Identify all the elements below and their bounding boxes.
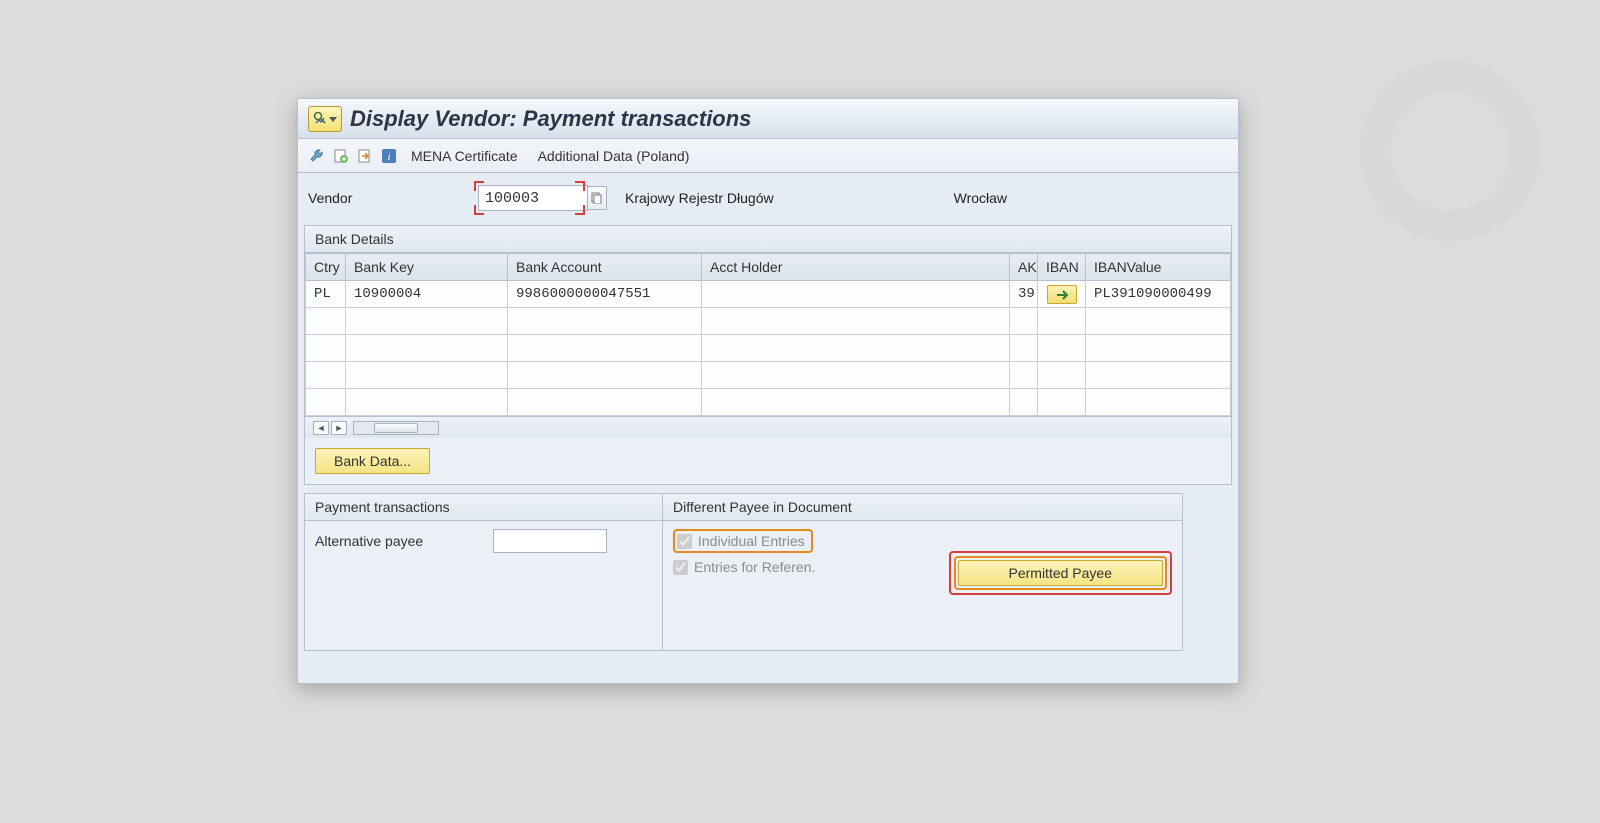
highlight-individual-entries: Individual Entries [673, 529, 813, 553]
scroll-thumb[interactable] [374, 423, 418, 433]
bank-details-table: Ctry Bank Key Bank Account Acct Holder A… [305, 253, 1231, 416]
entries-for-referen-label: Entries for Referen. [694, 559, 815, 575]
scroll-right-icon[interactable]: ► [331, 421, 347, 435]
toolbar: i MENA Certificate Additional Data (Pola… [298, 139, 1238, 173]
entries-for-referen-checkbox[interactable] [673, 560, 688, 575]
alternative-payee-label: Alternative payee [315, 533, 423, 549]
cell-bank-account: 9986000000047551 [508, 281, 702, 308]
individual-entries-checkbox[interactable] [677, 534, 692, 549]
iban-arrow-icon[interactable] [1047, 285, 1077, 304]
table-horizontal-scrollbar: ◄ ► [305, 416, 1231, 438]
svg-text:i: i [387, 151, 390, 163]
table-row[interactable] [306, 308, 1231, 335]
titlebar: Display Vendor: Payment transactions [298, 99, 1238, 139]
highlight-corner [575, 181, 585, 191]
vendor-name: Krajowy Rejestr Długów [625, 190, 774, 206]
vendor-header: Vendor Krajowy Rejestr Długów Wrocław [298, 173, 1238, 225]
tool-icon-export-doc[interactable] [354, 145, 376, 167]
col-bank-key[interactable]: Bank Key [346, 254, 508, 281]
highlight-corner [575, 205, 585, 215]
cell-iban-value: PL391090000499 [1086, 281, 1231, 308]
payment-transactions-title: Payment transactions [305, 494, 662, 521]
col-bank-account[interactable]: Bank Account [508, 254, 702, 281]
vendor-city: Wrocław [954, 190, 1007, 206]
bank-data-button[interactable]: Bank Data... [315, 448, 430, 474]
alternative-payee-input[interactable] [493, 529, 607, 553]
vendor-id-input[interactable] [478, 185, 588, 211]
permitted-payee-button[interactable]: Permitted Payee [958, 560, 1164, 586]
table-row[interactable] [306, 362, 1231, 389]
scroll-track[interactable] [353, 421, 439, 435]
toolbar-additional-data[interactable]: Additional Data (Poland) [529, 144, 699, 168]
different-payee-title: Different Payee in Document [663, 494, 1182, 521]
app-window: Display Vendor: Payment transactions i M… [297, 98, 1239, 684]
window-mode-icon[interactable] [308, 106, 342, 132]
bank-details-panel: Bank Details Ctry Bank Key Bank Account … [304, 225, 1232, 485]
highlight-corner [474, 205, 484, 215]
tool-icon-add-doc[interactable] [330, 145, 352, 167]
payment-transactions-panel: Payment transactions Alternative payee [304, 493, 663, 651]
table-row[interactable]: PL 10900004 9986000000047551 39 PL391090… [306, 281, 1231, 308]
table-row[interactable] [306, 389, 1231, 416]
watermark-bubble-icon [1340, 52, 1560, 272]
individual-entries-label: Individual Entries [698, 533, 805, 549]
bank-details-title: Bank Details [305, 226, 1231, 253]
cell-ak: 39 [1010, 281, 1038, 308]
col-ak[interactable]: AK [1010, 254, 1038, 281]
tool-icon-info[interactable]: i [378, 145, 400, 167]
tool-icon-wrench[interactable] [306, 145, 328, 167]
scroll-left-icon[interactable]: ◄ [313, 421, 329, 435]
col-iban-value[interactable]: IBANValue [1086, 254, 1231, 281]
vendor-label: Vendor [308, 190, 478, 206]
col-iban[interactable]: IBAN [1038, 254, 1086, 281]
col-ctry[interactable]: Ctry [306, 254, 346, 281]
cell-ctry: PL [306, 281, 346, 308]
highlight-corner [474, 181, 484, 191]
cell-iban[interactable] [1038, 281, 1086, 308]
toolbar-mena-certificate[interactable]: MENA Certificate [402, 144, 527, 168]
highlight-permitted-payee: Permitted Payee [949, 551, 1173, 595]
table-row[interactable] [306, 335, 1231, 362]
col-acct-holder[interactable]: Acct Holder [702, 254, 1010, 281]
different-payee-panel: Different Payee in Document Individual E… [663, 493, 1183, 651]
cell-bank-key: 10900004 [346, 281, 508, 308]
cell-acct-holder [702, 281, 1010, 308]
vendor-search-help-icon[interactable] [587, 186, 607, 210]
page-title: Display Vendor: Payment transactions [350, 106, 751, 132]
